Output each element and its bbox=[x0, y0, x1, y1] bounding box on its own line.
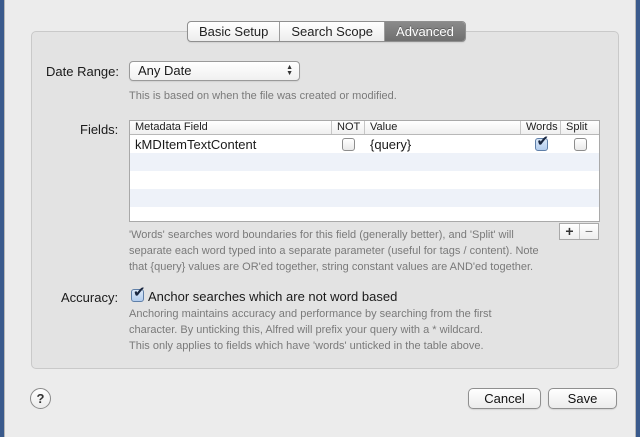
help-button[interactable]: ? bbox=[30, 388, 51, 409]
accuracy-hint-line: This only applies to fields which have '… bbox=[129, 340, 484, 352]
tab-advanced[interactable]: Advanced bbox=[385, 22, 465, 41]
accuracy-hint-line: Anchoring maintains accuracy and perform… bbox=[129, 308, 492, 320]
add-remove-control: + − bbox=[559, 223, 599, 240]
accuracy-hint-line: character. By unticking this, Alfred wil… bbox=[129, 324, 483, 336]
remove-row-button[interactable]: − bbox=[579, 224, 598, 239]
empty-table-row bbox=[130, 171, 599, 189]
not-cell bbox=[332, 135, 365, 153]
date-range-select[interactable]: Any Date ▲ ▼ bbox=[129, 61, 300, 81]
accuracy-hint: Anchoring maintains accuracy and perform… bbox=[129, 306, 549, 354]
not-checkbox[interactable] bbox=[342, 137, 355, 151]
words-cell: ✔ bbox=[521, 133, 561, 153]
fields-label: Fields: bbox=[80, 122, 119, 137]
preferences-sheet: Basic Setup Search Scope Advanced Date R… bbox=[4, 0, 636, 437]
column-header-split[interactable]: Split bbox=[561, 121, 599, 134]
empty-table-row bbox=[130, 153, 599, 171]
checkmark-icon: ✔ bbox=[536, 132, 550, 150]
anchor-searches-checkbox[interactable]: ✔ bbox=[131, 285, 146, 302]
column-header-value[interactable]: Value bbox=[365, 121, 521, 134]
date-range-label: Date Range: bbox=[46, 64, 119, 79]
value-cell[interactable]: {query} bbox=[365, 135, 521, 153]
save-button[interactable]: Save bbox=[548, 388, 617, 409]
empty-table-row bbox=[130, 189, 599, 207]
metadata-field-cell[interactable]: kMDItemTextContent bbox=[130, 135, 332, 153]
fields-table: Metadata Field NOT Value Words Split kMD… bbox=[129, 120, 600, 222]
words-checkbox[interactable]: ✔ bbox=[534, 133, 549, 151]
tab-basic-setup[interactable]: Basic Setup bbox=[188, 22, 281, 41]
add-row-button[interactable]: + bbox=[560, 224, 579, 239]
checkmark-icon: ✔ bbox=[133, 284, 146, 301]
column-header-not[interactable]: NOT bbox=[332, 121, 365, 134]
table-header: Metadata Field NOT Value Words Split bbox=[130, 121, 599, 135]
chevron-updown-icon: ▲ ▼ bbox=[286, 64, 293, 77]
cancel-button[interactable]: Cancel bbox=[468, 388, 541, 409]
fields-hint: 'Words' searches word boundaries for thi… bbox=[129, 227, 559, 275]
fields-hint-line: 'Words' searches word boundaries for thi… bbox=[129, 229, 514, 241]
accuracy-label: Accuracy: bbox=[61, 290, 119, 305]
date-range-value: Any Date bbox=[138, 63, 192, 78]
split-cell bbox=[561, 135, 599, 153]
date-range-hint: This is based on when the file was creat… bbox=[129, 90, 397, 102]
fields-hint-line: that {query} values are OR'ed together, … bbox=[129, 261, 534, 273]
table-row[interactable]: kMDItemTextContent {query} ✔ bbox=[130, 133, 599, 153]
tab-search-scope[interactable]: Search Scope bbox=[280, 22, 386, 41]
fields-hint-line: separate each word typed into a separate… bbox=[129, 245, 539, 257]
segmented-tabs: Basic Setup Search Scope Advanced bbox=[187, 21, 466, 42]
split-checkbox[interactable] bbox=[573, 137, 587, 151]
anchor-searches-label[interactable]: Anchor searches which are not word based bbox=[148, 289, 397, 304]
column-header-metadata-field[interactable]: Metadata Field bbox=[130, 121, 332, 134]
